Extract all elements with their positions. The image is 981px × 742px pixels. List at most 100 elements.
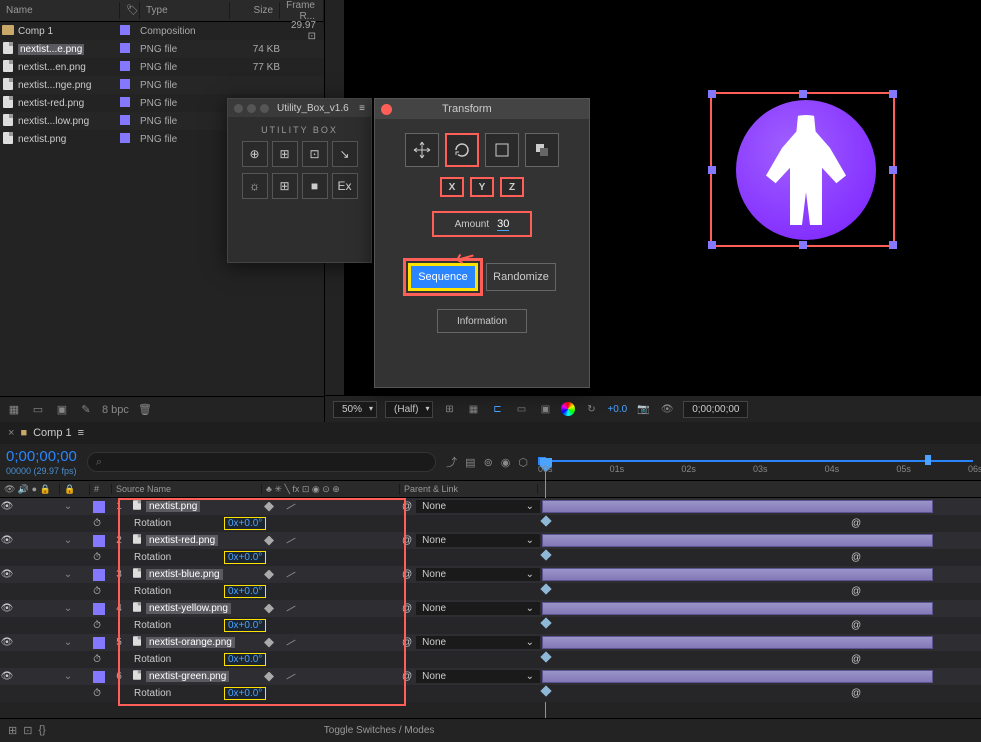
label-color[interactable] <box>93 671 105 683</box>
project-item[interactable]: Comp 1 Composition 29.97 ⊡ <box>0 22 324 40</box>
utility-box-header[interactable]: Utility_Box_v1.6 ≡ <box>228 99 371 117</box>
property-row[interactable]: ⏱ Rotation 0x+0.0° @ <box>0 651 981 668</box>
tl-footer-icon[interactable]: ⊡ <box>23 724 32 737</box>
close-tab-icon[interactable]: × <box>8 427 14 439</box>
region-icon[interactable]: ▭ <box>513 401 529 417</box>
handle-icon[interactable] <box>708 90 716 98</box>
shy-icon[interactable]: ⤴ <box>446 454 457 470</box>
layer-bar[interactable] <box>542 602 933 615</box>
handle-icon[interactable] <box>799 241 807 249</box>
pickwhip-icon[interactable]: @ <box>402 569 412 580</box>
timeline-tab[interactable]: Comp 1 <box>33 427 72 439</box>
property-value[interactable]: 0x+0.0° <box>224 653 266 666</box>
switch-icon[interactable] <box>264 638 274 648</box>
visibility-icon[interactable]: 👁 <box>0 535 14 546</box>
time-ruler[interactable]: 00s01s02s03s04s05s06s <box>538 444 973 480</box>
property-row[interactable]: ⏱ Rotation 0x+0.0° @ <box>0 515 981 532</box>
stopwatch-icon[interactable]: ⏱ <box>90 552 104 563</box>
handle-icon[interactable] <box>708 166 716 174</box>
handle-icon[interactable] <box>799 90 807 98</box>
opacity-button[interactable] <box>525 133 559 167</box>
utility-tool-button[interactable]: ☼ <box>242 173 268 199</box>
expression-icon[interactable]: @ <box>843 620 981 631</box>
twirl-icon[interactable]: ⌄ <box>60 671 76 682</box>
close-icon[interactable] <box>381 104 392 115</box>
pickwhip-icon[interactable]: @ <box>402 671 412 682</box>
pickwhip-icon[interactable]: @ <box>402 603 412 614</box>
twirl-icon[interactable]: ⌄ <box>60 501 76 512</box>
layer-name[interactable]: nextist-red.png <box>146 535 218 546</box>
information-button[interactable]: Information <box>437 309 527 333</box>
label-color[interactable] <box>93 637 105 649</box>
switch-icon[interactable] <box>287 572 296 578</box>
trash-icon[interactable]: 🗑 <box>137 402 153 418</box>
utility-tool-button[interactable]: ■ <box>302 173 328 199</box>
amount-value[interactable]: 30 <box>497 218 509 231</box>
work-area-end[interactable] <box>925 455 931 465</box>
project-item[interactable]: nextist...en.png PNG file 77 KB <box>0 58 324 76</box>
col-tag[interactable]: 🏷 <box>120 2 140 19</box>
exposure-reset-icon[interactable]: ↻ <box>583 401 599 417</box>
stopwatch-icon[interactable]: ⏱ <box>90 654 104 665</box>
window-traffic-lights[interactable] <box>234 104 269 113</box>
expression-icon[interactable]: @ <box>843 518 981 529</box>
tab-menu-icon[interactable]: ≡ <box>78 427 84 439</box>
label-color[interactable] <box>93 535 105 547</box>
panel-menu-icon[interactable]: ≡ <box>359 103 365 114</box>
transparency-icon[interactable]: ▣ <box>537 401 553 417</box>
axis-z-button[interactable]: Z <box>500 177 524 197</box>
label-color[interactable] <box>93 501 105 513</box>
utility-tool-button[interactable]: ⊞ <box>272 141 298 167</box>
brush-icon[interactable]: ✎ <box>78 402 94 418</box>
col-name[interactable]: Name <box>0 2 120 19</box>
property-value[interactable]: 0x+0.0° <box>224 517 266 530</box>
property-value[interactable]: 0x+0.0° <box>224 551 266 564</box>
stopwatch-icon[interactable]: ⏱ <box>90 688 104 699</box>
rotate-button[interactable] <box>445 133 479 167</box>
visibility-icon[interactable]: 👁 <box>0 637 14 648</box>
twirl-icon[interactable]: ⌄ <box>60 535 76 546</box>
timeline-search-input[interactable]: ⌕ <box>87 452 436 472</box>
twirl-icon[interactable]: ⌄ <box>60 569 76 580</box>
utility-tool-button[interactable]: ⊞ <box>272 173 298 199</box>
switch-icon[interactable] <box>264 536 274 546</box>
property-value[interactable]: 0x+0.0° <box>224 687 266 700</box>
col-size[interactable]: Size <box>230 2 280 19</box>
resolution-select[interactable]: (Half) <box>385 401 433 418</box>
bpc-label[interactable]: 8 bpc <box>102 404 129 416</box>
parent-select[interactable]: None⌄ <box>416 568 540 581</box>
property-value[interactable]: 0x+0.0° <box>224 585 266 598</box>
parent-select[interactable]: None⌄ <box>416 500 540 513</box>
utility-tool-button[interactable]: ↘ <box>332 141 358 167</box>
layer-name[interactable]: nextist.png <box>146 501 200 512</box>
label-color[interactable] <box>93 569 105 581</box>
comp-icon[interactable]: ▣ <box>54 402 70 418</box>
project-item[interactable]: nextist...e.png PNG file 74 KB <box>0 40 324 58</box>
tl-footer-icon[interactable]: {} <box>38 724 45 737</box>
color-mgmt-icon[interactable] <box>561 402 575 416</box>
source-name-col[interactable]: Source Name <box>112 484 262 494</box>
pickwhip-icon[interactable]: @ <box>402 535 412 546</box>
scale-button[interactable] <box>485 133 519 167</box>
switch-icon[interactable] <box>264 604 274 614</box>
stopwatch-icon[interactable]: ⏱ <box>90 518 104 529</box>
visibility-icon[interactable]: 👁 <box>0 501 14 512</box>
zoom-select[interactable]: 50% <box>333 401 377 418</box>
handle-icon[interactable] <box>889 241 897 249</box>
guides-icon[interactable]: ▦ <box>465 401 481 417</box>
handle-icon[interactable] <box>708 241 716 249</box>
tl-footer-icon[interactable]: ⊞ <box>8 724 17 737</box>
handle-icon[interactable] <box>889 166 897 174</box>
move-button[interactable] <box>405 133 439 167</box>
stopwatch-icon[interactable]: ⏱ <box>90 586 104 597</box>
col-type[interactable]: Type <box>140 2 230 19</box>
layer-name[interactable]: nextist-blue.png <box>146 569 223 580</box>
property-row[interactable]: ⏱ Rotation 0x+0.0° @ <box>0 685 981 702</box>
property-value[interactable]: 0x+0.0° <box>224 619 266 632</box>
folder-icon[interactable]: ▭ <box>30 402 46 418</box>
layer-bar[interactable] <box>542 500 933 513</box>
utility-tool-button[interactable]: ⊡ <box>302 141 328 167</box>
switch-icon[interactable] <box>264 570 274 580</box>
transform-header[interactable]: Transform <box>375 99 589 119</box>
utility-tool-button[interactable]: ⊕ <box>242 141 268 167</box>
